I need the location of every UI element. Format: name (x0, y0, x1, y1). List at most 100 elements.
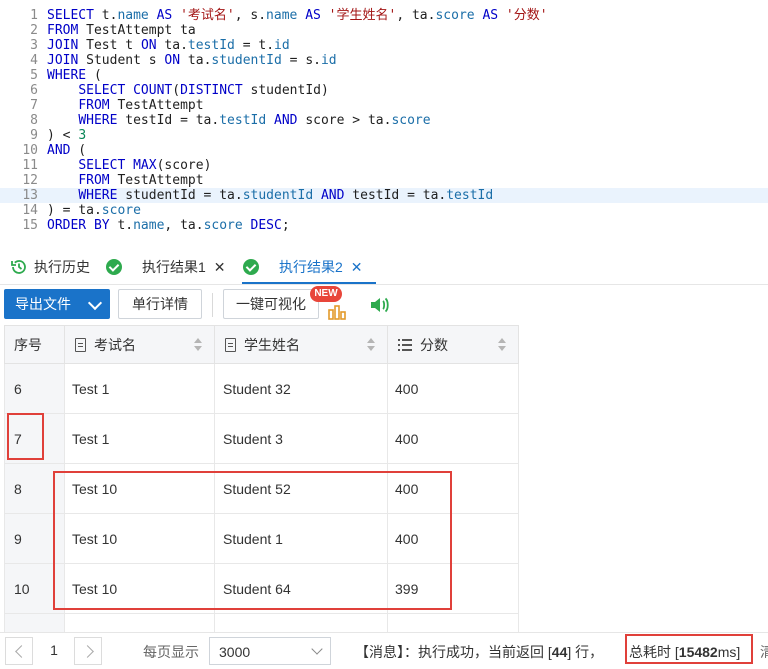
table-row[interactable]: 7 Test 1 Student 3 400 (4, 414, 519, 464)
student-cell (215, 614, 388, 632)
status-message-prefix: 【消息】：执行成功，当前返回 [ (355, 644, 552, 660)
close-icon[interactable]: ✕ (214, 259, 226, 276)
score-cell (388, 614, 519, 632)
code-line: 12 FROM TestAttempt (22, 173, 204, 188)
tab-label: 执行结果1 (142, 259, 206, 275)
result-toolbar: 导出文件 单行详情 一键可视化 NEW (0, 286, 768, 322)
exam-cell[interactable]: Test 1 (65, 364, 215, 414)
speaker-icon[interactable] (368, 294, 390, 316)
toolbar-divider (212, 293, 213, 317)
code-line: 4 JOIN Student s ON ta.studentId = s.id (30, 53, 337, 68)
code-line: 1 SELECT t.name AS '考试名', s.name AS '学生姓名… (30, 8, 548, 23)
student-cell[interactable]: Student 32 (215, 364, 388, 414)
row-index-cell: 6 (4, 364, 65, 414)
document-icon (75, 337, 86, 352)
code-line: 14) = ta.score (22, 203, 141, 218)
per-page-value: 3000 (219, 644, 251, 660)
column-header-score[interactable]: 分数 (388, 325, 519, 364)
total-time-unit: ms] (717, 644, 741, 660)
exam-cell (65, 614, 215, 632)
score-cell[interactable]: 399 (388, 564, 519, 614)
sort-icon[interactable] (367, 338, 375, 352)
total-time-label: 总耗时 [ (629, 644, 679, 660)
score-cell[interactable]: 400 (388, 364, 519, 414)
student-cell[interactable]: Student 64 (215, 564, 388, 614)
tab-label: 执行历史 (34, 259, 90, 275)
one-click-visualize-button[interactable]: 一键可视化 (223, 289, 319, 319)
rows-returned: 44 (551, 644, 568, 660)
export-file-label: 导出文件 (15, 296, 71, 312)
close-icon[interactable]: ✕ (351, 259, 363, 276)
success-check-icon (106, 259, 122, 275)
prev-page-button[interactable] (5, 637, 33, 665)
tab-result-1[interactable]: 执行结果1 ✕ (106, 250, 226, 284)
list-number-icon (398, 338, 412, 351)
tab-history[interactable]: 执行历史 (10, 250, 90, 284)
table-row[interactable]: 10 Test 10 Student 64 399 (4, 564, 519, 614)
score-cell[interactable]: 400 (388, 464, 519, 514)
document-icon (225, 337, 236, 352)
status-message: 【消息】：执行成功，当前返回 [44] 行， (355, 642, 603, 662)
student-cell[interactable]: Student 52 (215, 464, 388, 514)
exam-cell[interactable]: Test 10 (65, 514, 215, 564)
row-detail-button[interactable]: 单行详情 (118, 289, 202, 319)
export-file-button[interactable]: 导出文件 (4, 289, 110, 319)
score-cell[interactable]: 400 (388, 514, 519, 564)
code-line: 2 FROM TestAttempt ta (30, 23, 196, 38)
history-icon (11, 260, 26, 274)
success-check-icon (243, 259, 259, 275)
column-header-label: 学生姓名 (244, 336, 300, 353)
exam-cell[interactable]: Test 10 (65, 464, 215, 514)
code-line: 11 SELECT MAX(score) (22, 158, 212, 173)
table-row-partial (4, 614, 519, 632)
column-header-label: 分数 (420, 336, 448, 353)
result-tabbar: 执行历史 执行结果1 ✕ 执行结果2 ✕ (0, 250, 768, 285)
total-time-value: 15482 (678, 644, 718, 660)
code-line: 6 SELECT COUNT(DISTINCT studentId) (30, 83, 329, 98)
exam-cell[interactable]: Test 10 (65, 564, 215, 614)
sql-editor[interactable]: 1 SELECT t.name AS '考试名', s.name AS '学生姓名… (0, 0, 768, 238)
tab-label: 执行结果2 (279, 259, 343, 275)
table-row[interactable]: 8 Test 10 Student 52 400 (4, 464, 519, 514)
table-row[interactable]: 9 Test 10 Student 1 400 (4, 514, 519, 564)
status-message-mid: ] 行， (567, 644, 604, 660)
chevron-down-icon (311, 643, 323, 655)
total-time: 总耗时 [15482ms] (629, 642, 740, 662)
code-line: 7 FROM TestAttempt (30, 98, 204, 113)
new-badge: NEW (310, 286, 342, 302)
per-page-select[interactable]: 3000 (209, 637, 331, 665)
code-line: 10 AND ( (22, 143, 87, 158)
column-header-student[interactable]: 学生姓名 (215, 325, 388, 364)
score-cell[interactable]: 400 (388, 414, 519, 464)
row-index-cell (4, 614, 65, 632)
code-line: 5 WHERE ( (30, 68, 102, 83)
code-line: 3 JOIN Test t ON ta.testId = t.id (30, 38, 290, 53)
code-line: 9) < 3 (30, 128, 87, 143)
sort-icon[interactable] (498, 338, 506, 352)
per-page-label: 每页显示 (143, 644, 199, 660)
student-cell[interactable]: Student 1 (215, 514, 388, 564)
magic-chart-icon[interactable] (327, 301, 347, 321)
code-line: 8 WHERE testId = ta.testId AND score > t… (30, 113, 431, 128)
status-trailing-text: 清 (760, 644, 768, 660)
code-line: 15 ORDER BY t.name, ta.score DESC; (22, 218, 290, 233)
row-index-cell: 8 (4, 464, 65, 514)
next-page-button[interactable] (74, 637, 102, 665)
student-cell[interactable]: Student 3 (215, 414, 388, 464)
tab-result-2[interactable]: 执行结果2 ✕ (243, 250, 363, 284)
row-index-cell: 9 (4, 514, 65, 564)
active-tab-indicator (242, 282, 376, 284)
column-header-index: 序号 (4, 325, 65, 364)
row-index-cell: 7 (4, 414, 65, 464)
column-header-exam[interactable]: 考试名 (65, 325, 215, 364)
code-line-active: 13 WHERE studentId = ta.studentId AND te… (0, 188, 768, 203)
current-page[interactable]: 1 (40, 642, 68, 658)
sort-icon[interactable] (194, 338, 202, 352)
chevron-down-icon (87, 295, 103, 311)
column-header-label: 考试名 (94, 336, 136, 353)
row-index-cell: 10 (4, 564, 65, 614)
status-footer: 1 每页显示 3000 【消息】：执行成功，当前返回 [44] 行， 总耗时 [… (0, 632, 768, 669)
column-header-label: 序号 (14, 336, 42, 353)
table-row[interactable]: 6 Test 1 Student 32 400 (4, 364, 519, 414)
exam-cell[interactable]: Test 1 (65, 414, 215, 464)
